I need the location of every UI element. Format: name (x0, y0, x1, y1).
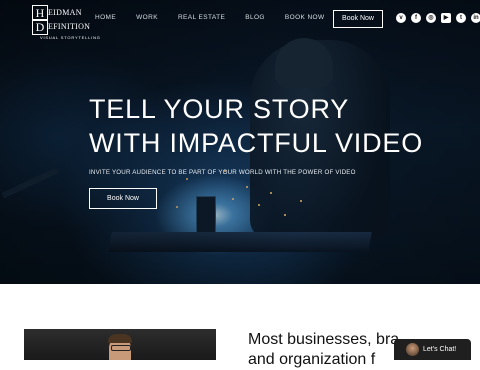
about-heading: Most businesses, bra and organization f (248, 330, 399, 370)
logo-word-top: EIDMAN (48, 8, 82, 17)
instagram-icon[interactable]: ◎ (426, 13, 436, 23)
main-nav: HOME WORK REAL ESTATE BLOG BOOK NOW (95, 14, 345, 21)
logo-word-bottom: EFINITION (48, 22, 91, 31)
vimeo-icon[interactable]: v (396, 13, 406, 23)
nav-blog[interactable]: BLOG (245, 14, 265, 21)
logo-letter-d: D (32, 19, 48, 35)
facebook-icon[interactable]: f (411, 13, 421, 23)
twitter-icon[interactable]: t (456, 13, 466, 23)
nav-real-estate[interactable]: REAL ESTATE (178, 14, 225, 21)
about-heading-line2: and organization f (248, 351, 376, 368)
hero-book-now-button[interactable]: Book Now (89, 188, 157, 209)
chat-label: Let's Chat! (423, 346, 457, 353)
brand-logo[interactable]: H EIDMAN D EFINITION VISUAL STORYTELLING (32, 5, 100, 40)
hero-subtitle: INVITE YOUR AUDIENCE TO BE PART OF YOUR … (89, 169, 356, 176)
hero-headline-line1: TELL YOUR STORY (89, 94, 350, 124)
nav-work[interactable]: WORK (136, 14, 158, 21)
chat-avatar (406, 343, 419, 356)
nav-home[interactable]: HOME (95, 14, 116, 21)
nav-book-now[interactable]: BOOK NOW (285, 14, 325, 21)
portrait-glasses (111, 345, 131, 351)
about-heading-line1: Most businesses, bra (248, 331, 400, 348)
social-links: v f ◎ ▶ t in (396, 13, 480, 23)
linkedin-icon[interactable]: in (471, 13, 480, 23)
portrait-photo (24, 329, 216, 360)
chat-widget-button[interactable]: Let's Chat! (394, 339, 471, 360)
hero-headline: TELL YOUR STORY WITH IMPACTFUL VIDEO (89, 92, 423, 160)
hero-headline-line2: WITH IMPACTFUL VIDEO (89, 128, 424, 158)
portrait-hair (108, 334, 132, 343)
logo-tagline: VISUAL STORYTELLING (40, 35, 101, 40)
header-book-now-button[interactable]: Book Now (333, 10, 383, 28)
youtube-icon[interactable]: ▶ (441, 13, 451, 23)
site-header: H EIDMAN D EFINITION VISUAL STORYTELLING… (0, 0, 480, 40)
